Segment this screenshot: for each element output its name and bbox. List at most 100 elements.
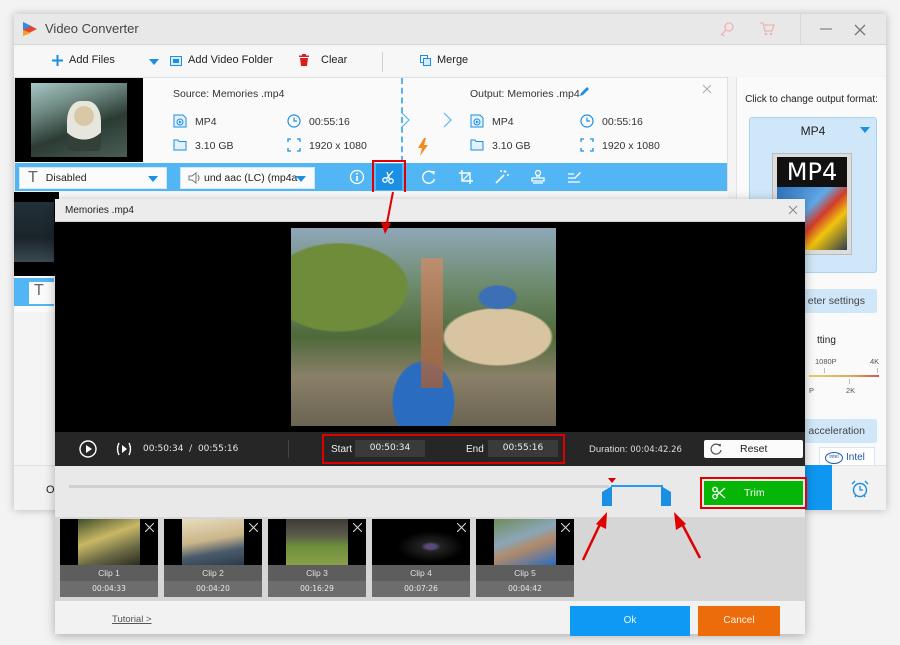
dialog-footer: Tutorial > Ok Cancel <box>55 601 805 636</box>
remove-clip-icon[interactable] <box>145 523 154 532</box>
chevron-down-icon <box>148 176 158 182</box>
clip-item[interactable]: Clip 5 00:04:42 <box>476 519 574 597</box>
merge-button[interactable]: Merge <box>420 54 468 66</box>
intel-logo-icon: intel <box>825 452 843 464</box>
subtitle-edit-icon[interactable] <box>566 169 582 185</box>
clear-button[interactable]: Clear <box>299 54 347 66</box>
alarm-clock-icon[interactable] <box>850 479 870 499</box>
remove-clip-icon[interactable] <box>249 523 258 532</box>
watermark-stamp-icon[interactable] <box>530 169 546 185</box>
end-label: End <box>466 444 484 455</box>
key-icon[interactable] <box>719 21 735 37</box>
video-frame <box>291 228 556 426</box>
dialog-title-bar: Memories .mp4 <box>55 199 805 222</box>
output-size: 3.10 GB <box>492 140 531 152</box>
source-duration: 00:55:16 <box>309 116 350 128</box>
chevron-down-icon <box>296 176 306 182</box>
cart-icon[interactable] <box>759 21 775 37</box>
tutorial-link[interactable]: Tutorial > <box>112 614 152 625</box>
scissors-icon <box>712 486 726 500</box>
title-separator <box>800 14 801 45</box>
video-thumbnail[interactable] <box>15 78 143 162</box>
trim-button[interactable]: Trim <box>700 477 807 509</box>
pencil-icon[interactable] <box>578 86 590 98</box>
trim-start-handle[interactable] <box>602 486 612 506</box>
time-separator: / <box>189 444 193 454</box>
tick-mark <box>824 368 825 373</box>
selected-segment <box>611 485 663 487</box>
trash-icon <box>299 54 309 66</box>
ok-button[interactable]: Ok <box>570 606 690 636</box>
clip-item[interactable]: Clip 4 00:07:26 <box>372 519 470 597</box>
intel-label: Intel <box>846 452 865 463</box>
plus-icon <box>52 54 63 66</box>
output-format-name: MP4 <box>800 124 826 138</box>
chevron-right-icon <box>401 112 410 128</box>
add-files-label: Add Files <box>69 54 115 66</box>
remove-clip-icon[interactable] <box>457 523 466 532</box>
remove-item-icon[interactable] <box>702 84 712 94</box>
close-icon[interactable] <box>788 205 798 215</box>
toolbar-separator <box>382 52 383 72</box>
cancel-button[interactable]: Cancel <box>698 606 780 636</box>
remove-clip-icon[interactable] <box>561 523 570 532</box>
clip-duration: 00:16:29 <box>268 581 366 597</box>
output-filename: Output: Memories .mp4 <box>470 88 580 100</box>
source-filename: Source: Memories .mp4 <box>173 88 285 100</box>
next-frame-icon[interactable] <box>115 441 133 457</box>
add-files-dropdown-icon[interactable] <box>149 59 159 65</box>
logo-icon <box>23 22 37 36</box>
output-folder-label: O <box>46 484 55 496</box>
duration-readout: Duration: 00:04:42.26 <box>589 444 682 455</box>
add-files-button[interactable]: Add Files <box>52 54 115 66</box>
video-format-icon <box>173 114 187 128</box>
trim-tool-button[interactable] <box>372 160 406 194</box>
reset-button[interactable]: Reset <box>704 440 803 458</box>
clip-name: Clip 1 <box>60 565 158 581</box>
video-thumbnail-2[interactable] <box>14 192 59 276</box>
add-video-folder-button[interactable]: Add Video Folder <box>170 54 273 66</box>
video-preview <box>55 222 805 432</box>
subtitle-select-value: Disabled <box>45 172 87 184</box>
audio-track-value: und aac (LC) (mp4a <box>204 172 298 184</box>
info-icon[interactable] <box>349 169 365 185</box>
source-size: 3.10 GB <box>195 140 234 152</box>
clip-item[interactable]: Clip 1 00:04:33 <box>60 519 158 597</box>
clip-name: Clip 4 <box>372 565 470 581</box>
clip-item[interactable]: Clip 2 00:04:20 <box>164 519 262 597</box>
tick-mark <box>849 379 850 384</box>
start-time-input[interactable]: 00:50:34 <box>355 440 425 457</box>
chevron-right-icon <box>443 112 452 128</box>
subtitle-select[interactable]: T Disabled <box>19 167 167 189</box>
quality-slider[interactable] <box>809 375 879 377</box>
quality-tick-1080p: 1080P <box>815 357 837 366</box>
source-resolution: 1920 x 1080 <box>309 140 367 152</box>
crop-icon[interactable] <box>458 169 474 185</box>
clock-icon <box>580 114 594 128</box>
remove-clip-icon[interactable] <box>353 523 362 532</box>
current-time: 00:50:34 <box>143 444 184 454</box>
clip-item[interactable]: Clip 3 00:16:29 <box>268 519 366 597</box>
timeline-track[interactable] <box>69 485 609 488</box>
playhead-marker[interactable] <box>608 478 616 483</box>
item-edit-bar: T Disabled und aac (LC) (mp4a <box>15 160 727 194</box>
trim-dialog: Memories .mp4 00:50:34 / 00:55:16 Start … <box>55 199 807 636</box>
effects-wand-icon[interactable] <box>494 169 510 185</box>
close-icon[interactable] <box>852 22 868 38</box>
rotate-icon[interactable] <box>421 169 437 185</box>
minimize-icon[interactable] <box>816 22 836 36</box>
play-icon[interactable] <box>79 440 97 458</box>
controls-separator <box>288 440 289 458</box>
audio-track-select[interactable]: und aac (LC) (mp4a <box>180 167 315 189</box>
trim-end-handle[interactable] <box>661 486 671 506</box>
total-time: 00:55:16 <box>197 444 239 454</box>
quality-tick-4k: 4K <box>870 357 880 366</box>
trim-timeline[interactable]: Trim <box>55 466 807 517</box>
clip-duration: 00:04:33 <box>60 581 158 597</box>
end-time-input[interactable]: 00:55:16 <box>488 440 558 457</box>
output-resolution: 1920 x 1080 <box>602 140 660 152</box>
run-button[interactable] <box>802 465 832 510</box>
file-item[interactable]: Source: Memories .mp4 MP4 00:55:16 3.10 … <box>14 77 728 194</box>
clock-icon <box>287 114 301 128</box>
playback-controls: 00:50:34 / 00:55:16 Start 00:50:34 End 0… <box>55 432 805 466</box>
